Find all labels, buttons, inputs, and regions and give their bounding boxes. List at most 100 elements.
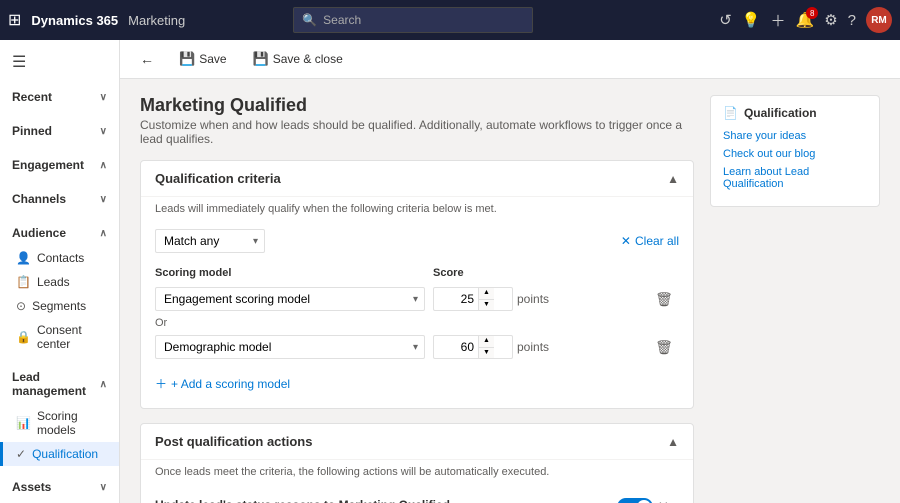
- side-panel-link-2[interactable]: Check out our blog: [723, 148, 867, 160]
- bell-icon[interactable]: 🔔8: [796, 11, 815, 29]
- engagement-chevron: ∧: [100, 160, 107, 171]
- sidebar-item-consent-center[interactable]: 🔒 Consent center: [0, 318, 119, 356]
- action-1-toggle[interactable]: [617, 498, 653, 503]
- score-up-2[interactable]: ▲: [479, 336, 494, 347]
- scoring-model-select-wrap-2[interactable]: Demographic model: [155, 335, 425, 359]
- action-1-text-group: Update lead's status reasons to Marketin…: [155, 498, 555, 503]
- qualification-criteria-card: Qualification criteria ▲ Leads will imme…: [140, 160, 694, 409]
- score-down-2[interactable]: ▼: [479, 348, 494, 358]
- recent-chevron: ∨: [100, 92, 107, 103]
- clear-all-x-icon: ✕: [621, 234, 631, 248]
- sidebar-group-channels-header[interactable]: Channels ∨: [0, 186, 119, 212]
- score-down-1[interactable]: ▼: [479, 300, 494, 310]
- scoring-model-select-2[interactable]: Demographic model: [155, 335, 425, 359]
- page-header: Marketing Qualified Customize when and h…: [140, 95, 694, 146]
- sidebar-group-pinned: Pinned ∨: [0, 114, 119, 148]
- scoring-model-select-1[interactable]: Engagement scoring model: [155, 287, 425, 311]
- scoring-model-select-wrap-1[interactable]: Engagement scoring model: [155, 287, 425, 311]
- sidebar-group-pinned-header[interactable]: Pinned ∨: [0, 118, 119, 144]
- post-qualification-header: Post qualification actions ▲: [141, 424, 693, 460]
- help-icon[interactable]: ?: [848, 12, 856, 29]
- save-close-button[interactable]: 💾 Save & close: [242, 46, 354, 72]
- sidebar-item-qualification[interactable]: ✓ Qualification: [0, 442, 119, 466]
- sidebar-group-lead-management-header[interactable]: Lead management ∧: [0, 364, 119, 404]
- assets-label: Assets: [12, 480, 51, 494]
- user-avatar[interactable]: RM: [866, 7, 892, 33]
- match-select[interactable]: Match any Match all: [155, 229, 265, 253]
- settings-icon[interactable]: ⚙: [824, 11, 837, 29]
- score-input-1[interactable]: [434, 289, 478, 309]
- scoring-header-row: Scoring model Score: [141, 263, 693, 283]
- back-button[interactable]: ←: [136, 47, 158, 71]
- sidebar: ☰ Recent ∨ Pinned ∨ Engagement ∧ Cha: [0, 40, 120, 503]
- consent-icon: 🔒: [16, 330, 31, 344]
- app-layout: ☰ Recent ∨ Pinned ∨ Engagement ∧ Cha: [0, 40, 900, 503]
- refresh-icon[interactable]: ↺: [719, 11, 732, 29]
- scoring-row-2: Demographic model ▲ ▼ points: [141, 331, 693, 363]
- qualification-criteria-title: Qualification criteria: [155, 171, 281, 186]
- score-input-wrap-1: ▲ ▼ points: [433, 287, 573, 311]
- segments-label: Segments: [32, 299, 86, 313]
- brand-name: Dynamics 365: [31, 13, 118, 28]
- pinned-label: Pinned: [12, 124, 52, 138]
- toolbar: ← 💾 Save 💾 Save & close: [120, 40, 900, 79]
- score-composite-1[interactable]: ▲ ▼: [433, 287, 513, 311]
- top-nav-icons: ↺ 💡 ＋ 🔔8 ⚙ ? RM: [719, 7, 892, 33]
- add-icon[interactable]: ＋: [770, 10, 785, 31]
- score-up-1[interactable]: ▲: [479, 288, 494, 299]
- clear-all-button[interactable]: ✕ Clear all: [621, 234, 679, 248]
- sidebar-item-contacts[interactable]: 👤 Contacts: [0, 246, 119, 270]
- sidebar-item-segments[interactable]: ⊙ Segments: [0, 294, 119, 318]
- criteria-collapse-button[interactable]: ▲: [667, 172, 679, 186]
- action-row-1: Update lead's status reasons to Marketin…: [141, 488, 693, 503]
- app-grid-icon[interactable]: ⊞: [8, 10, 21, 30]
- sidebar-group-engagement-header[interactable]: Engagement ∧: [0, 152, 119, 178]
- hamburger-menu[interactable]: ☰: [0, 44, 119, 80]
- action-row-1-top: Update lead's status reasons to Marketin…: [155, 498, 679, 503]
- contacts-label: Contacts: [37, 251, 84, 265]
- save-icon: 💾: [179, 51, 195, 67]
- sidebar-group-engagement: Engagement ∧: [0, 148, 119, 182]
- post-qual-collapse-button[interactable]: ▲: [667, 435, 679, 449]
- side-panel-link-1[interactable]: Share your ideas: [723, 130, 867, 142]
- sidebar-group-channels: Channels ∨: [0, 182, 119, 216]
- delete-row-1-button[interactable]: 🗑: [649, 291, 679, 308]
- clear-all-label: Clear all: [635, 234, 679, 248]
- lead-management-label: Lead management: [12, 370, 100, 398]
- assets-chevron: ∨: [100, 482, 107, 493]
- post-qualification-title: Post qualification actions: [155, 434, 312, 449]
- match-select-wrap[interactable]: Match any Match all: [155, 229, 265, 253]
- search-box[interactable]: 🔍 Search: [293, 7, 533, 33]
- lightbulb-icon[interactable]: 💡: [742, 11, 761, 29]
- side-panel-link-3[interactable]: Learn about Lead Qualification: [723, 166, 867, 190]
- sidebar-group-audience: Audience ∧ 👤 Contacts 📋 Leads ⊙ Segments…: [0, 216, 119, 360]
- side-panel-card: 📄 Qualification Share your ideas Check o…: [710, 95, 880, 207]
- save-button[interactable]: 💾 Save: [168, 46, 238, 72]
- score-steppers-2: ▲ ▼: [478, 336, 494, 358]
- delete-row-2-button[interactable]: 🗑: [649, 339, 679, 356]
- add-scoring-model-button[interactable]: ＋ + Add a scoring model: [141, 369, 304, 398]
- consent-label: Consent center: [37, 323, 107, 351]
- side-panel-title-text: Qualification: [744, 106, 817, 120]
- criteria-subtitle: Leads will immediately qualify when the …: [141, 197, 693, 225]
- sidebar-item-scoring-models[interactable]: 📊 Scoring models: [0, 404, 119, 442]
- audience-label: Audience: [12, 226, 66, 240]
- sidebar-group-recent-header[interactable]: Recent ∨: [0, 84, 119, 110]
- audience-chevron: ∧: [100, 228, 107, 239]
- score-composite-2[interactable]: ▲ ▼: [433, 335, 513, 359]
- qualification-icon: ✓: [16, 447, 26, 461]
- scoring-models-label: Scoring models: [37, 409, 107, 437]
- sidebar-item-leads[interactable]: 📋 Leads: [0, 270, 119, 294]
- or-connector: Or: [141, 315, 693, 331]
- points-label-1: points: [517, 292, 549, 306]
- add-scoring-icon: ＋: [155, 375, 167, 392]
- sidebar-group-assets-header[interactable]: Assets ∨: [0, 474, 119, 500]
- sidebar-group-audience-header[interactable]: Audience ∧: [0, 220, 119, 246]
- scoring-model-header: Scoring model: [155, 267, 425, 279]
- channels-chevron: ∨: [100, 194, 107, 205]
- action-1-title: Update lead's status reasons to Marketin…: [155, 498, 555, 503]
- engagement-label: Engagement: [12, 158, 84, 172]
- segments-icon: ⊙: [16, 299, 26, 313]
- score-input-2[interactable]: [434, 337, 478, 357]
- contacts-icon: 👤: [16, 251, 31, 265]
